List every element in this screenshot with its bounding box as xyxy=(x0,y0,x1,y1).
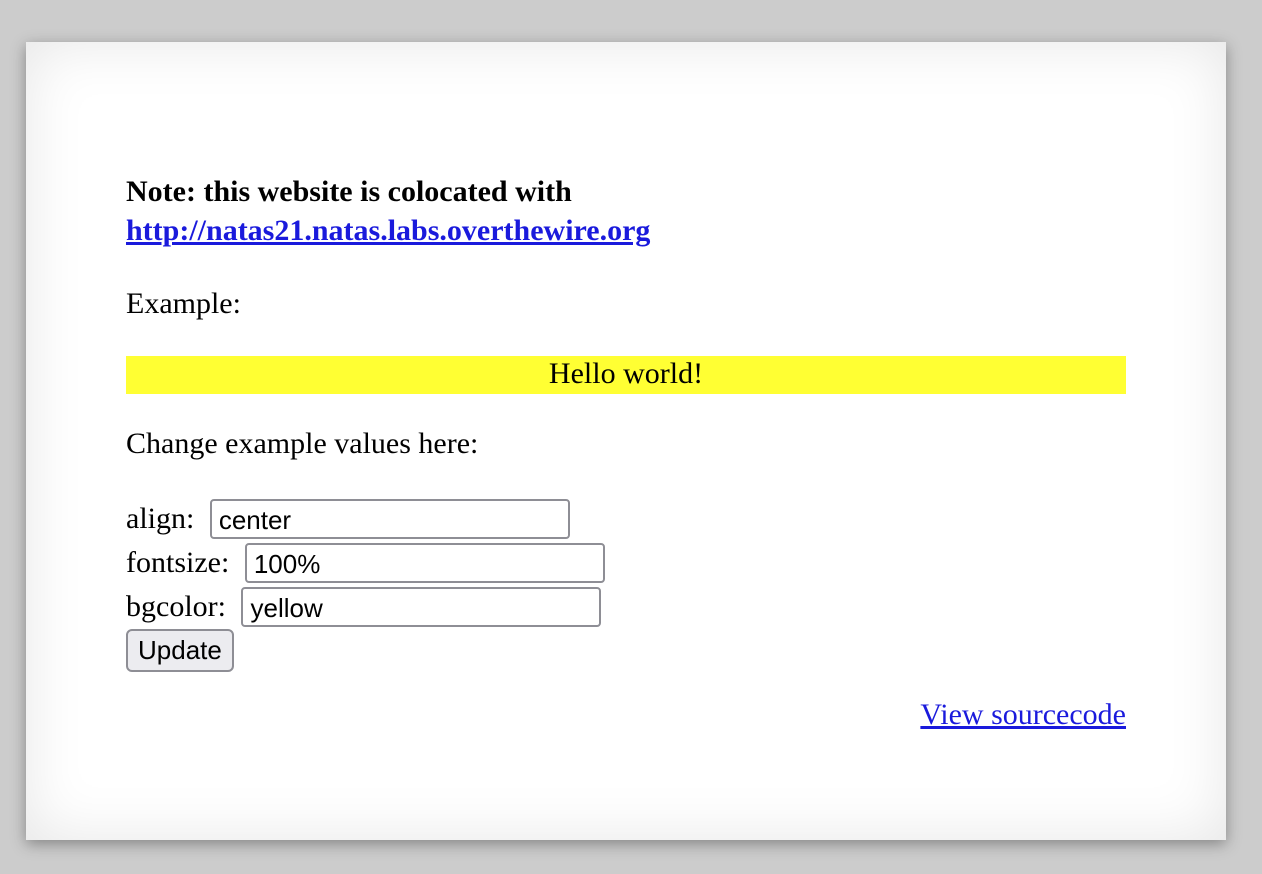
hello-world-example: Hello world! xyxy=(126,356,1126,394)
bgcolor-label: bgcolor: xyxy=(126,590,234,623)
update-button[interactable]: Update xyxy=(126,629,234,672)
change-values-label: Change example values here: xyxy=(126,427,479,460)
align-input[interactable] xyxy=(209,499,570,539)
fontsize-input[interactable] xyxy=(244,543,605,583)
fontsize-row: fontsize: xyxy=(126,541,1126,585)
content-card: Note: this website is colocated with htt… xyxy=(26,42,1226,840)
bgcolor-input[interactable] xyxy=(241,587,602,627)
settings-form: align: fontsize: bgcolor: Update xyxy=(126,497,1126,672)
align-row: align: xyxy=(126,497,1126,541)
align-label: align: xyxy=(126,502,202,535)
fontsize-label: fontsize: xyxy=(126,546,237,579)
main-content: Note: this website is colocated with htt… xyxy=(126,172,1126,672)
note-text: Note: this website is colocated with xyxy=(126,175,572,208)
bgcolor-row: bgcolor: xyxy=(126,585,1126,629)
colocation-note: Note: this website is colocated with htt… xyxy=(126,172,1126,250)
example-label: Example: xyxy=(126,287,241,320)
view-sourcecode-link[interactable]: View sourcecode xyxy=(920,698,1126,732)
colocated-site-link[interactable]: http://natas21.natas.labs.overthewire.or… xyxy=(126,214,650,247)
